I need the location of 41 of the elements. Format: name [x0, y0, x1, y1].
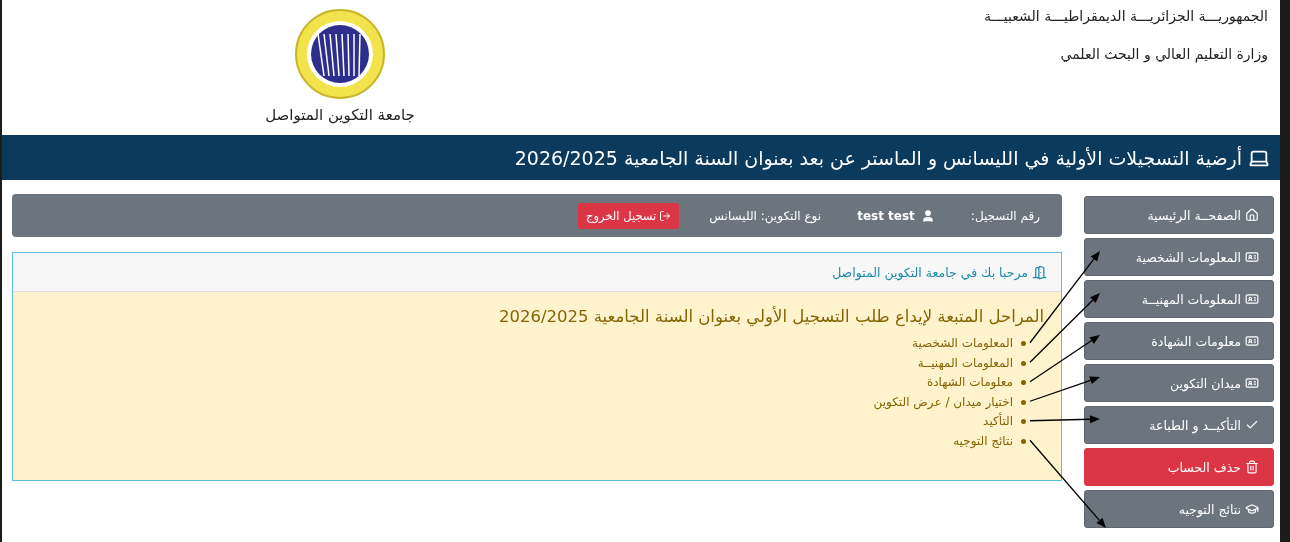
step-text: التأكيد [983, 412, 1013, 430]
bullet-icon [1021, 399, 1026, 405]
trash-icon [1245, 460, 1259, 474]
bullet-icon [1021, 438, 1026, 444]
graduation-cap-icon [1245, 502, 1259, 516]
home-icon [1245, 208, 1259, 222]
bullet-icon [1021, 419, 1026, 425]
id-card-icon [1245, 376, 1259, 390]
sidebar-item[interactable]: معلومات الشهادة [1084, 322, 1274, 360]
bullet-icon [1021, 341, 1026, 347]
country-name: الجمهوريـــة الجزائريـــة الديمقراطيـــة الشعبيـــة [984, 8, 1268, 24]
steps-title: المراحل المتبعة لإيداع طلب التسجيل الأولي بعنوان السنة الجامعية 2026/2025 [497, 305, 1044, 329]
id-card-icon [1245, 250, 1259, 264]
user-name: test test [857, 208, 915, 223]
sidebar-item[interactable]: التأكيــد و الطباعة [1084, 406, 1274, 444]
sidebar-item[interactable]: المعلومات الشخصية [1084, 238, 1274, 276]
step-text: المعلومات المهنيــة [917, 354, 1013, 372]
bullet-icon [1021, 360, 1026, 366]
id-card-icon [1245, 334, 1259, 348]
id-card-icon [1245, 292, 1259, 306]
university-name: جامعة التكوين المتواصل [265, 106, 415, 124]
step-text: معلومات الشهادة [926, 374, 1013, 392]
logout-icon [659, 209, 672, 222]
banner-title: أرضية التسجيلات الأولية في الليسانس و الماستر عن بعد بعنوان السنة الجامعية 2026/2025 [514, 146, 1242, 169]
bullet-icon [1021, 380, 1026, 386]
training-type: نوع التكوين: الليسانس [709, 208, 822, 223]
sidebar-item[interactable]: نتائج التوجيه [1084, 490, 1274, 528]
sidebar-item[interactable]: الصفحــة الرئيسية [1084, 196, 1274, 234]
annotation-arrow [1029, 415, 1100, 424]
logout-button[interactable]: تسجيل الخروج [578, 202, 680, 229]
sidebar-item[interactable]: ميدان التكوين [1084, 364, 1274, 402]
ministry-name: وزارة التعليم العالي و البحث العلمي [1059, 46, 1268, 62]
step-text: نتائج التوجيه [953, 432, 1013, 450]
user-icon [920, 208, 935, 223]
door-icon [1032, 264, 1047, 280]
check-icon [1245, 418, 1259, 432]
step-text: اختيار ميدان / عرض التكوين [873, 393, 1013, 412]
welcome-text: مرحبا بك في جامعة التكوين المتواصل [832, 264, 1028, 280]
sidebar-item[interactable]: المعلومات المهنيــة [1084, 280, 1274, 318]
step-text: المعلومات الشخصية [912, 335, 1013, 352]
registration-label: رقم التسجيل: [970, 208, 1040, 223]
